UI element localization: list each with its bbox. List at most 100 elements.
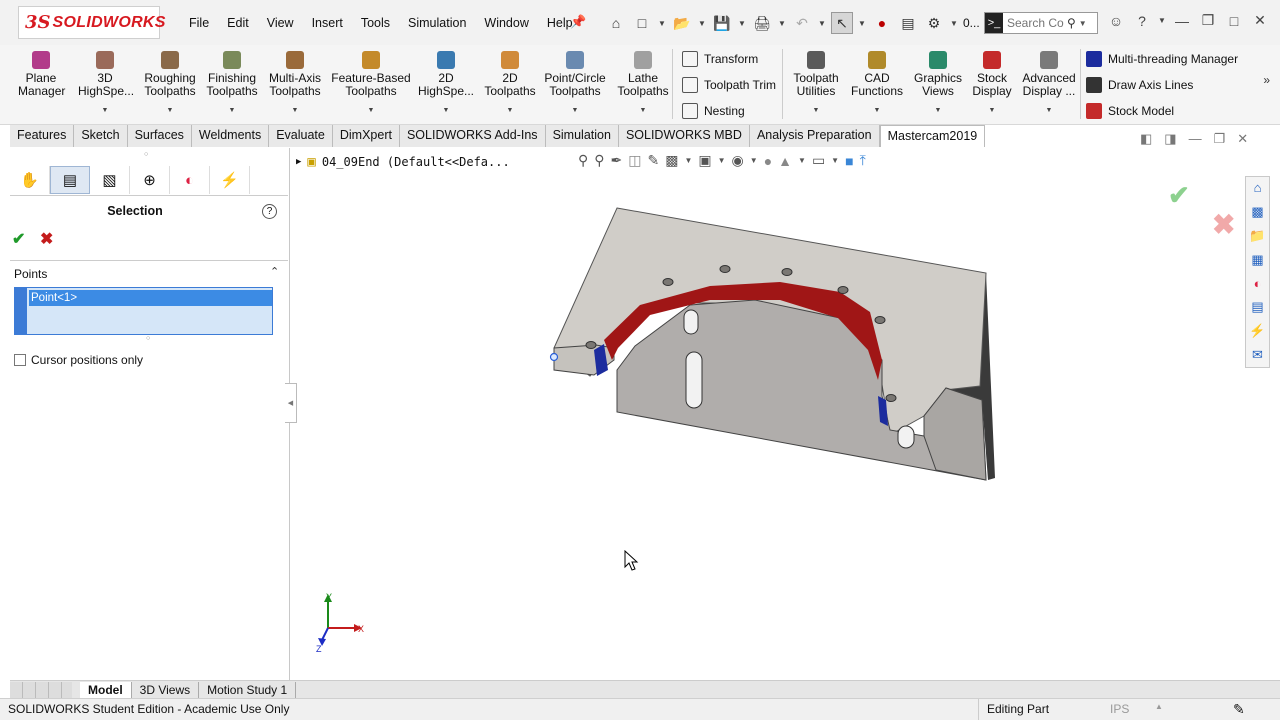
forum-icon[interactable]: ✉	[1252, 347, 1263, 367]
options-gear-icon[interactable]: ⚙	[923, 12, 945, 34]
message-bubble-icon[interactable]: ✎	[1233, 701, 1245, 718]
ok-check-icon[interactable]: ✔	[12, 229, 25, 249]
ribbon-button-lathe[interactable]: Lathe Toolpaths ▼	[614, 49, 672, 117]
ribbon-button-stock[interactable]: Stock Display ▼	[970, 49, 1014, 117]
list-resize-handle[interactable]: ○	[146, 335, 150, 342]
collapse-chevron-icon[interactable]: ⌃	[270, 265, 279, 278]
hide-show-dropdown-icon[interactable]: ▼	[750, 156, 758, 165]
dropdown-arrow-icon[interactable]: ▼	[912, 104, 964, 117]
menu-simulation[interactable]: Simulation	[399, 13, 475, 33]
dropdown-arrow-icon[interactable]: ▼	[140, 104, 200, 117]
options-dropdown-icon[interactable]: ▼	[949, 12, 959, 34]
dropdown-arrow-icon[interactable]: ▼	[330, 104, 412, 117]
units-text[interactable]: IPS	[1110, 702, 1129, 716]
ribbon-overflow-chevron-icon[interactable]: »	[1263, 73, 1270, 87]
dropdown-arrow-icon[interactable]: ▼	[417, 104, 475, 117]
tab-dimxpert[interactable]: DimXpert	[333, 125, 400, 147]
menu-file[interactable]: File	[180, 13, 218, 33]
tab-motion-study[interactable]: Motion Study 1	[199, 681, 297, 698]
zoom-to-fit-icon[interactable]: ⚲	[578, 152, 588, 169]
dropdown-arrow-icon[interactable]: ▼	[614, 104, 672, 117]
pin-icon[interactable]: 📌	[570, 14, 586, 30]
close-icon[interactable]: ✕	[1249, 12, 1271, 29]
scene-dropdown-icon[interactable]: ▼	[798, 156, 806, 165]
open-dropdown-icon[interactable]: ▼	[697, 12, 707, 34]
design-library-icon[interactable]: ▩	[1251, 204, 1263, 224]
menu-window[interactable]: Window	[475, 13, 537, 33]
open-icon[interactable]: 📂	[671, 12, 693, 34]
ribbon-small-stock-model[interactable]: Stock Model	[1086, 103, 1174, 119]
ribbon-button-3d[interactable]: 3D HighSpe... ▼	[78, 49, 134, 117]
view-orientation-dropdown-icon[interactable]: ▼	[684, 156, 692, 165]
undo-icon[interactable]: ↶	[791, 12, 813, 34]
dropdown-arrow-icon[interactable]: ▼	[850, 104, 904, 117]
restore-icon[interactable]: ❐	[1197, 12, 1219, 29]
cursor-positions-checkbox[interactable]	[14, 354, 26, 366]
help-icon[interactable]: ?	[1131, 13, 1153, 29]
3d-cube-icon[interactable]: ■	[845, 153, 853, 169]
tab-features[interactable]: Features	[10, 125, 75, 147]
section-view-icon[interactable]: ◫	[628, 152, 641, 169]
tab-analysis-preparation[interactable]: Analysis Preparation	[750, 125, 880, 147]
confirmation-cancel-icon[interactable]: ✖	[1212, 208, 1235, 241]
confirmation-ok-icon[interactable]: ✔	[1168, 180, 1190, 211]
tab-weldments[interactable]: Weldments	[192, 125, 270, 147]
select-pointer-icon[interactable]: ↖	[831, 12, 853, 34]
save-dropdown-icon[interactable]: ▼	[737, 12, 747, 34]
dropdown-arrow-icon[interactable]: ▼	[544, 104, 606, 117]
dropdown-arrow-icon[interactable]: ▼	[970, 104, 1014, 117]
view-settings-dropdown-icon[interactable]: ▼	[831, 156, 839, 165]
feature-tree-flyout[interactable]: ▶ ▣ 04_09End (Default<<Defa...	[296, 154, 510, 170]
ribbon-small-nesting[interactable]: Nesting	[682, 103, 745, 119]
file-explorer-icon[interactable]: 📁	[1249, 228, 1265, 248]
display-style-icon[interactable]: ▣	[698, 152, 711, 169]
ribbon-button-toolpath[interactable]: Toolpath Utilities ▼	[787, 49, 845, 117]
ribbon-button-2d[interactable]: 2D HighSpe... ▼	[417, 49, 475, 117]
menu-tools[interactable]: Tools	[352, 13, 399, 33]
file-properties-icon[interactable]: ▤	[897, 12, 919, 34]
ribbon-small-transform[interactable]: Transform	[682, 51, 758, 67]
menu-view[interactable]: View	[258, 13, 303, 33]
search-box[interactable]: >_ ⚲ ▼	[984, 12, 1098, 34]
dropdown-arrow-icon[interactable]: ▼	[1020, 104, 1078, 117]
ribbon-button-advanced[interactable]: Advanced Display ... ▼	[1020, 49, 1078, 117]
tab-3d-views[interactable]: 3D Views	[132, 681, 200, 698]
points-section-header[interactable]: Points	[14, 267, 47, 281]
tab-solidworks-add-ins[interactable]: SOLIDWORKS Add-Ins	[400, 125, 546, 147]
print-icon[interactable]: 🖨	[751, 12, 773, 34]
normal-to-icon[interactable]: ⤒	[860, 152, 866, 169]
cursor-positions-option[interactable]: Cursor positions only	[14, 353, 143, 367]
view-palette-icon[interactable]: ▦	[1251, 252, 1263, 272]
panel-collapse-handle[interactable]: ◀	[285, 383, 297, 423]
ribbon-button-cad[interactable]: CAD Functions ▼	[850, 49, 904, 117]
selected-point-item[interactable]: Point<1>	[29, 290, 272, 306]
rebuild-traffic-light-icon[interactable]: ●	[871, 12, 893, 34]
zoom-to-area-icon[interactable]: ⚲	[594, 152, 604, 169]
ribbon-small-draw-axis-lines[interactable]: Draw Axis Lines	[1086, 77, 1193, 93]
doc-restore-icon[interactable]: ❐	[1214, 131, 1226, 147]
units-up-icon[interactable]: ▲	[1155, 702, 1163, 711]
property-manager-tab-icon[interactable]: ▤	[50, 166, 90, 194]
solidworks-logo[interactable]: 3S SOLIDWORKS	[18, 6, 165, 39]
tab-sketch[interactable]: Sketch	[74, 125, 128, 147]
appearances-icon[interactable]: ◐	[1254, 276, 1262, 296]
new-document-icon[interactable]: □	[631, 12, 653, 34]
tile-right-icon[interactable]: ◨	[1164, 131, 1176, 147]
tab-model[interactable]: Model	[80, 681, 132, 698]
selected-point-marker[interactable]	[549, 352, 559, 362]
feature-manager-tab-icon[interactable]: ✋	[10, 166, 50, 194]
3d-part-model[interactable]	[540, 200, 1010, 490]
ribbon-button-roughing[interactable]: Roughing Toolpaths ▼	[140, 49, 200, 117]
previous-view-icon[interactable]: ✒	[611, 152, 623, 169]
help-dropdown-icon[interactable]: ▼	[1157, 16, 1167, 25]
display-manager-tab-icon[interactable]: ◐	[170, 166, 210, 194]
print-dropdown-icon[interactable]: ▼	[777, 12, 787, 34]
mastercam-tab-icon[interactable]: ⚡	[210, 166, 250, 194]
solidworks-resources-icon[interactable]: ⌂	[1254, 180, 1262, 200]
ribbon-button-2d[interactable]: 2D Toolpaths ▼	[481, 49, 539, 117]
dropdown-arrow-icon[interactable]: ▼	[78, 104, 132, 117]
help-circle-icon[interactable]: ?	[262, 204, 277, 219]
tab-simulation[interactable]: Simulation	[546, 125, 619, 147]
tab-solidworks-mbd[interactable]: SOLIDWORKS MBD	[619, 125, 750, 147]
menu-edit[interactable]: Edit	[218, 13, 258, 33]
